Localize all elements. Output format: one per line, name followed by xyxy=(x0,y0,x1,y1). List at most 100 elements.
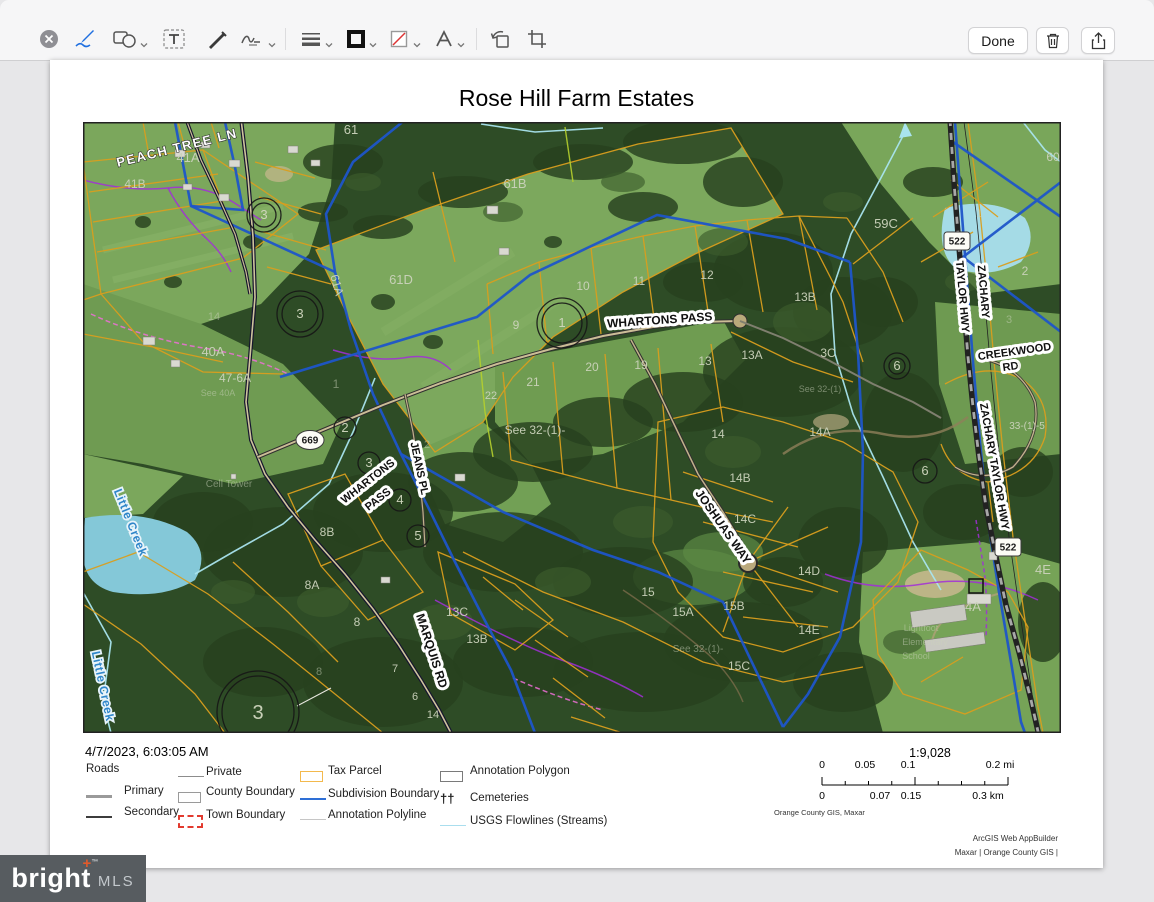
svg-text:6: 6 xyxy=(893,358,900,373)
legend-swatch-rect xyxy=(440,771,463,782)
map-parcel-label: 19 xyxy=(634,358,648,372)
share-icon xyxy=(1091,32,1106,50)
toolbar-separator xyxy=(285,28,286,50)
map-parcel-label: See 40A xyxy=(201,388,236,398)
line-weight-dropdown-chevron[interactable] xyxy=(325,35,333,53)
map-parcel-label: 15B xyxy=(723,599,744,613)
svg-text:4: 4 xyxy=(396,492,403,507)
shapes-tool-button[interactable] xyxy=(112,26,138,52)
map-parcel-label: 9 xyxy=(513,318,520,332)
map-parcel-label: Cell Tower xyxy=(206,479,253,490)
map-parcel-label: 4E xyxy=(1035,562,1051,577)
map-parcel-label: 2 xyxy=(1022,264,1029,278)
route-shield: 669 xyxy=(296,431,324,450)
fill-color-icon xyxy=(389,29,409,49)
legend-swatch-rect xyxy=(300,771,323,782)
map-parcel-label: 61B xyxy=(503,176,526,191)
bright-mls-logo: bright+™ MLS xyxy=(0,855,146,902)
legend-label: Cemeteries xyxy=(470,792,529,804)
document-page: Rose Hill Farm Estates xyxy=(50,60,1103,868)
text-style-button[interactable] xyxy=(431,26,457,52)
svg-text:669: 669 xyxy=(302,436,319,447)
signature-icon xyxy=(240,30,266,48)
sketch-tool-button[interactable] xyxy=(72,26,98,52)
legend-label: USGS Flowlines (Streams) xyxy=(470,815,607,827)
map-parcel-label: 14A xyxy=(809,425,830,439)
map-parcel-label: 12 xyxy=(700,268,714,282)
highlighter-tool-button[interactable] xyxy=(204,26,230,52)
signature-tool-button[interactable] xyxy=(240,26,266,52)
map-parcel-label: 60 xyxy=(1046,150,1060,164)
line-weight-icon xyxy=(300,31,322,47)
close-markup-button[interactable] xyxy=(36,26,62,52)
scale-ratio: 1:9,028 xyxy=(909,746,951,760)
fill-color-button[interactable] xyxy=(386,26,412,52)
map-parcel-label: 8A xyxy=(305,578,320,592)
trademark-symbol: ™ xyxy=(91,859,99,866)
map-parcel-label: 33-(1)-5 xyxy=(1009,421,1045,432)
map-parcel-label: See 32-(1) xyxy=(799,384,842,394)
map-parcel-label: See 32-(1)- xyxy=(673,644,724,655)
crop-button[interactable] xyxy=(524,26,550,52)
map-parcel-label: Lightfoot xyxy=(904,623,939,633)
map-parcel-label: 13B xyxy=(466,632,487,646)
legend-swatch-rect xyxy=(178,792,201,803)
data-credit: Maxar | Orange County GIS | xyxy=(955,846,1058,859)
gis-map-canvas[interactable]: 3312345663 669522522 PEACH TREE LNWHARTO… xyxy=(83,122,1061,733)
legend-swatch-line xyxy=(86,795,112,798)
text-style-icon xyxy=(434,29,454,49)
done-button[interactable]: Done xyxy=(968,27,1028,54)
legend-swatch-line xyxy=(178,776,204,777)
map-parcel-label: 21 xyxy=(526,375,540,389)
svg-text:3: 3 xyxy=(296,306,303,321)
signature-dropdown-chevron[interactable] xyxy=(268,35,276,53)
svg-text:3: 3 xyxy=(252,702,263,724)
map-parcel-label: 8 xyxy=(354,615,361,629)
map-parcel-label: 11 xyxy=(633,274,646,288)
line-weight-button[interactable] xyxy=(298,26,324,52)
toolbar-separator xyxy=(476,28,477,50)
rotate-button[interactable] xyxy=(487,26,513,52)
map-parcel-label: 13B xyxy=(794,290,815,304)
fill-color-dropdown-chevron[interactable] xyxy=(413,35,421,53)
route-shield: 522 xyxy=(944,232,970,250)
map-parcel-label: 47-6A xyxy=(219,371,251,385)
map-parcel-label: 13C xyxy=(446,605,468,619)
map-parcel-label: 7 xyxy=(392,663,398,675)
map-parcel-label: 20 xyxy=(585,360,599,374)
legend-swatch-line xyxy=(300,798,326,800)
share-button[interactable] xyxy=(1081,27,1115,54)
svg-text:3: 3 xyxy=(365,455,372,470)
svg-text:522: 522 xyxy=(1000,543,1017,554)
scale-km-tick: 0 xyxy=(819,790,825,802)
map-parcel-label: 13 xyxy=(698,354,712,368)
border-color-button[interactable] xyxy=(343,26,369,52)
legend-label: Secondary xyxy=(124,806,179,818)
preview-markup-window: Done Rose Hill Farm Estates xyxy=(0,0,1154,902)
svg-text:6: 6 xyxy=(921,463,928,478)
text-box-tool-button[interactable] xyxy=(161,26,187,52)
legend-label: Annotation Polygon xyxy=(470,765,570,777)
bright-wordmark: bright+™ xyxy=(11,863,90,894)
map-parcel-label: 1 xyxy=(976,208,982,220)
delete-button[interactable] xyxy=(1036,27,1069,54)
shapes-dropdown-chevron[interactable] xyxy=(140,35,148,53)
legend-swatch-line xyxy=(300,819,326,820)
map-parcel-label: 4A xyxy=(965,599,981,614)
svg-text:3: 3 xyxy=(260,207,267,222)
map-parcel-label: 10 xyxy=(576,279,590,293)
legend-label: Tax Parcel xyxy=(328,765,382,777)
legend-label: Primary xyxy=(124,785,164,797)
svg-text:1: 1 xyxy=(558,315,565,330)
map-parcel-label: 61D xyxy=(389,272,413,287)
legend-label: Town Boundary xyxy=(206,809,285,821)
legend-label: Annotation Polyline xyxy=(328,809,426,821)
map-parcel-label: 14 xyxy=(208,311,220,323)
text-style-dropdown-chevron[interactable] xyxy=(457,35,465,53)
scale-km-tick: 0.07 xyxy=(870,790,890,802)
scale-km-tick: 0.3 km xyxy=(972,790,1004,802)
map-parcel-label: 40A xyxy=(201,344,224,359)
scale-mi-tick: 0 xyxy=(819,759,825,771)
border-color-dropdown-chevron[interactable] xyxy=(369,35,377,53)
markup-toolbar: Done xyxy=(0,0,1154,61)
